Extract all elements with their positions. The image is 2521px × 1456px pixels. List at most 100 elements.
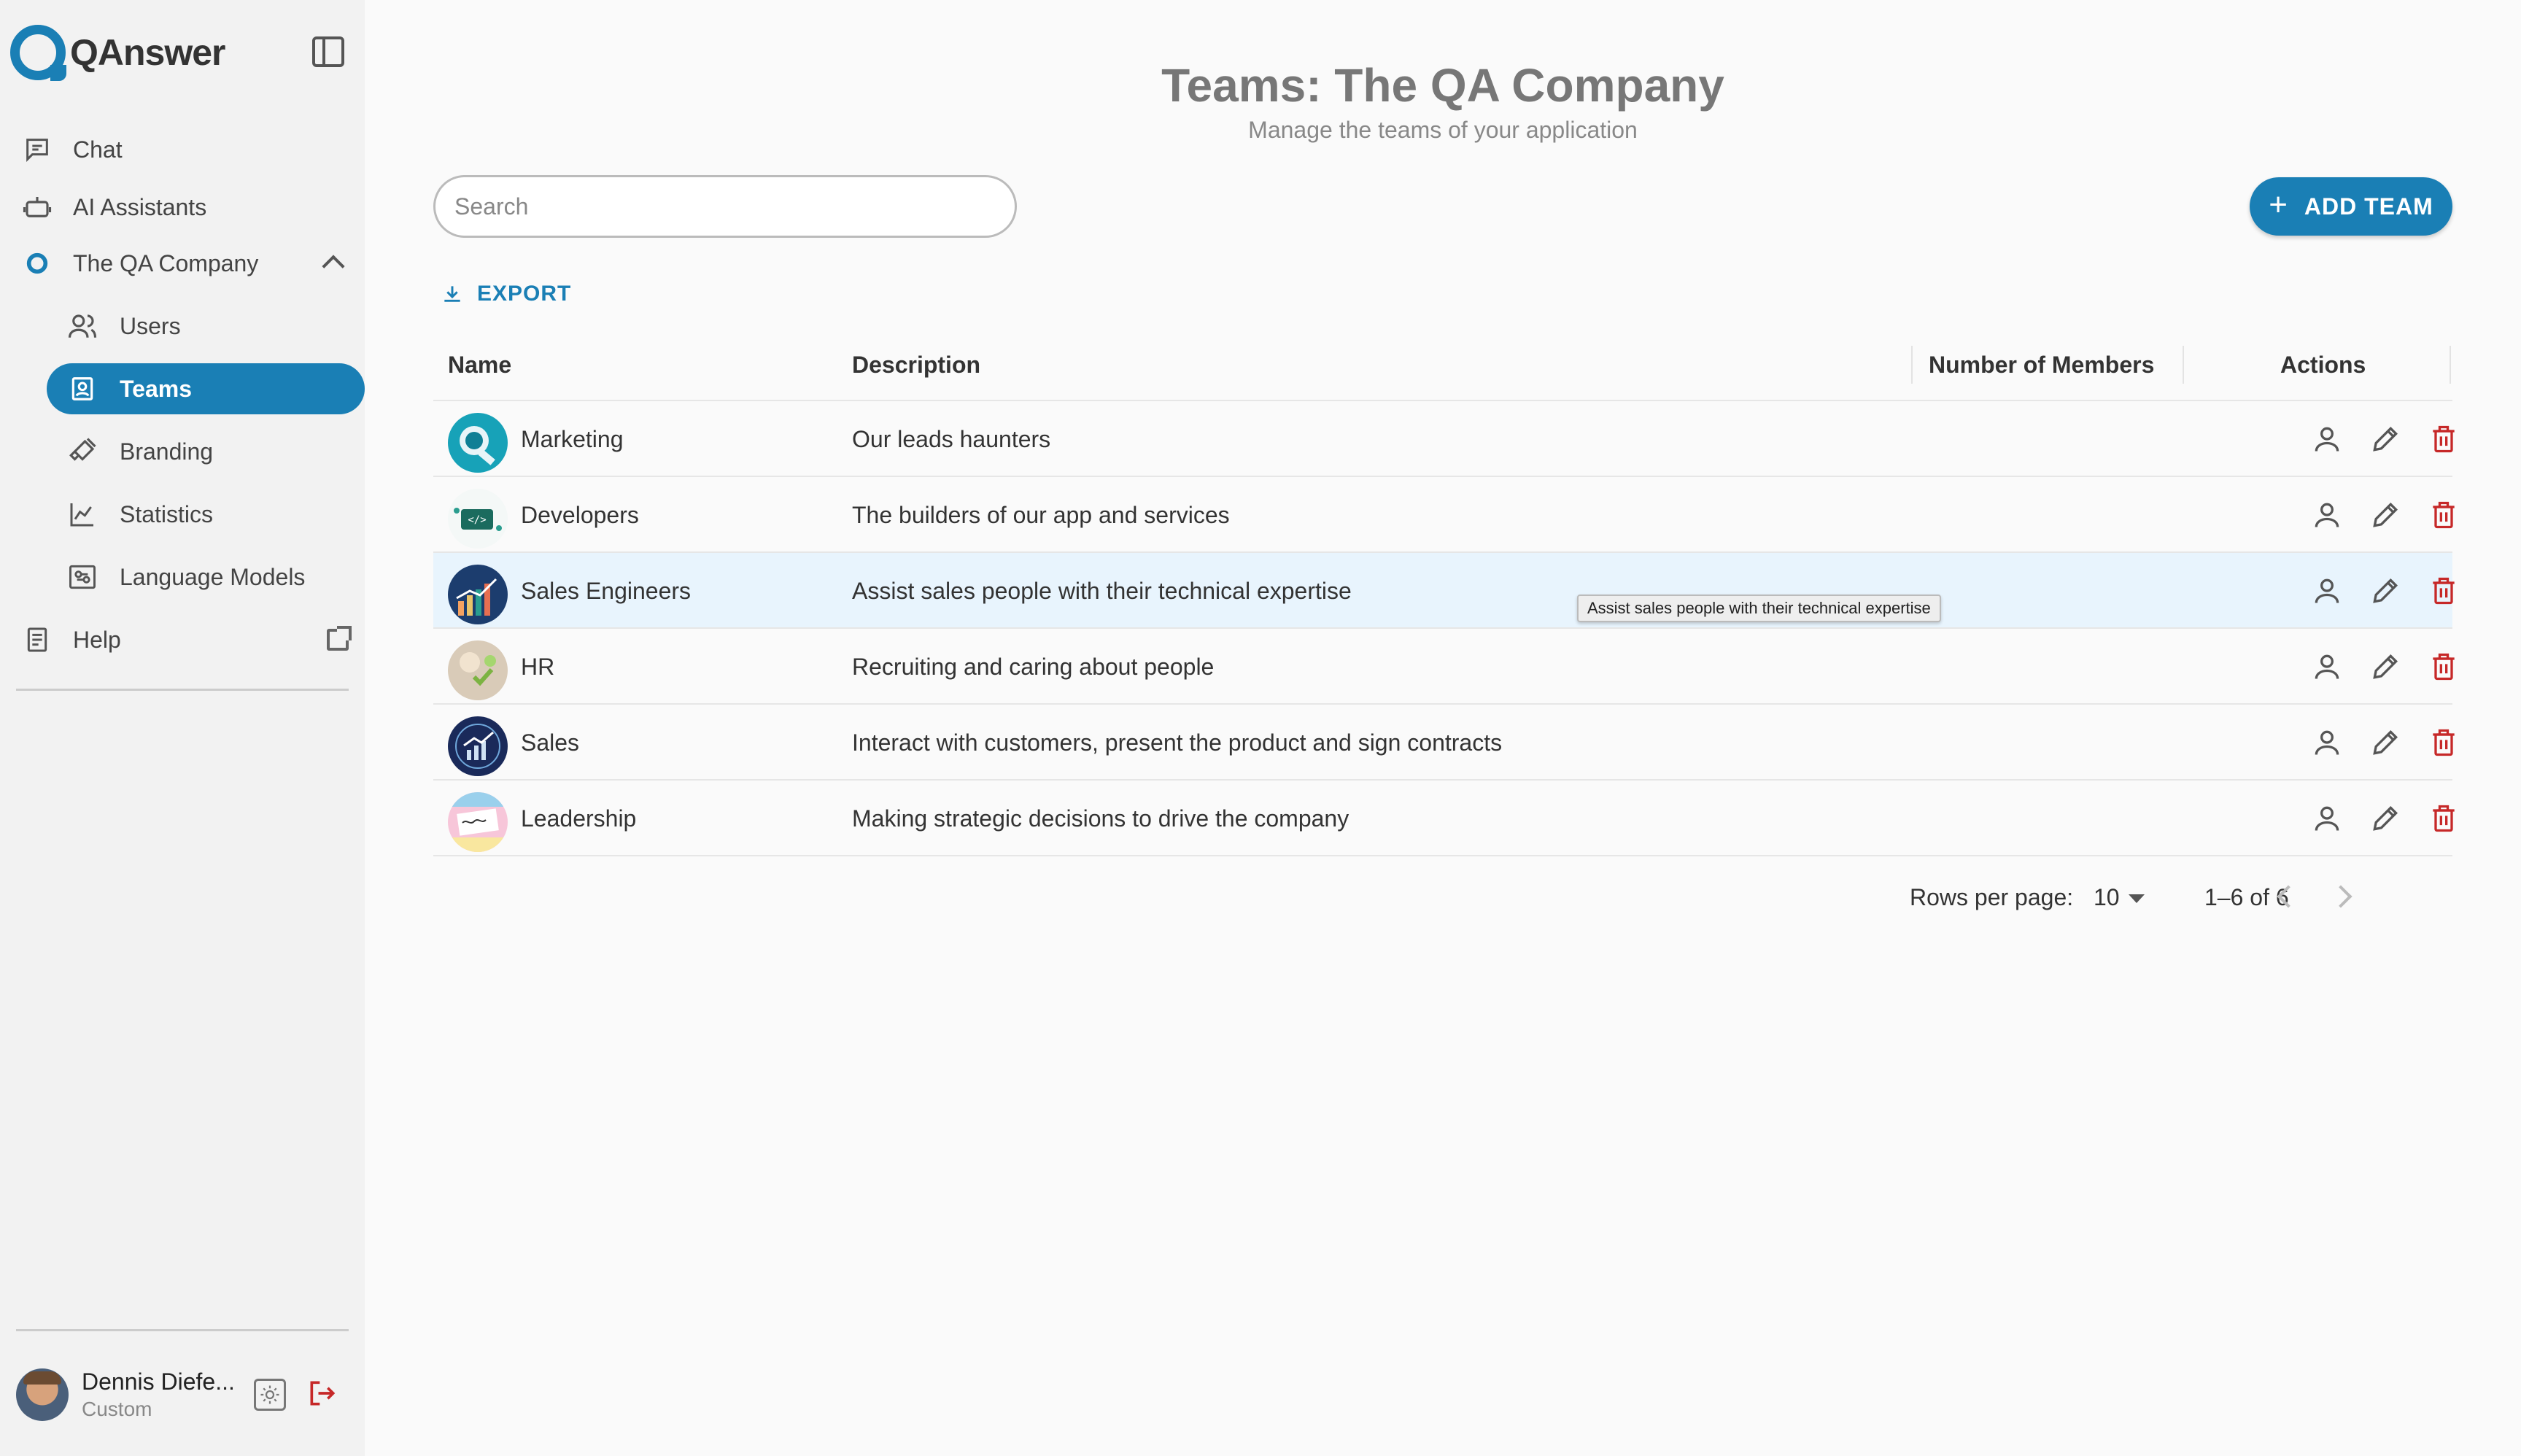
search-input[interactable] bbox=[433, 175, 1017, 238]
sidebar-item-help[interactable]: Help bbox=[0, 614, 365, 665]
team-avatar bbox=[448, 413, 508, 473]
chart-icon bbox=[64, 496, 101, 533]
sidebar-item-label: Branding bbox=[120, 438, 214, 465]
manage-members-icon[interactable] bbox=[2311, 727, 2343, 759]
add-team-label: ADD TEAM bbox=[2304, 193, 2433, 220]
plus-icon: + bbox=[2269, 187, 2288, 222]
team-description: Assist sales people with their technical… bbox=[852, 577, 1352, 604]
team-name: Sales bbox=[521, 729, 580, 756]
description-tooltip: Assist sales people with their technical… bbox=[1577, 595, 1941, 622]
sidebar-item-ai-assistants[interactable]: AI Assistants bbox=[0, 182, 365, 233]
chat-icon bbox=[19, 131, 55, 168]
sidebar-item-language-models[interactable]: Language Models bbox=[0, 551, 365, 603]
column-header-description[interactable]: Description bbox=[852, 328, 980, 401]
export-label: EXPORT bbox=[477, 282, 572, 306]
table-row[interactable]: Sales Interact with customers, present t… bbox=[433, 705, 2455, 781]
brand-name: QAnswer bbox=[70, 32, 226, 73]
team-avatar: </> bbox=[448, 489, 508, 549]
edit-icon[interactable] bbox=[2369, 575, 2401, 607]
user-name: Dennis Diefe... bbox=[82, 1368, 235, 1395]
sidebar-item-label: The QA Company bbox=[73, 249, 259, 276]
help-book-icon bbox=[19, 621, 55, 658]
next-page-icon[interactable] bbox=[2329, 885, 2352, 908]
rows-per-page-select[interactable]: 10 bbox=[2094, 884, 2120, 911]
sidebar-divider bbox=[16, 1329, 349, 1331]
delete-icon[interactable] bbox=[2428, 499, 2460, 531]
team-description: The builders of our app and services bbox=[852, 501, 1230, 528]
add-team-button[interactable]: + ADD TEAM bbox=[2250, 177, 2452, 236]
users-icon bbox=[64, 308, 101, 344]
sidebar-item-label: Teams bbox=[120, 375, 193, 402]
edit-icon[interactable] bbox=[2369, 727, 2401, 759]
edit-icon[interactable] bbox=[2369, 499, 2401, 531]
manage-members-icon[interactable] bbox=[2311, 802, 2343, 835]
manage-members-icon[interactable] bbox=[2311, 423, 2343, 455]
table-row[interactable]: Marketing Our leads haunters bbox=[433, 401, 2455, 477]
team-avatar bbox=[448, 792, 508, 852]
table-header: Name Description Number of Members Actio… bbox=[433, 328, 2452, 401]
sidebar-item-branding[interactable]: Branding bbox=[0, 426, 365, 477]
svg-text:</>: </> bbox=[468, 514, 486, 526]
page-subtitle: Manage the teams of your application bbox=[1248, 117, 1638, 143]
table-row[interactable]: </> Developers The builders of our app a… bbox=[433, 477, 2455, 553]
caret-down-icon[interactable] bbox=[2129, 894, 2145, 903]
page-title: Teams: The QA Company bbox=[1161, 59, 1724, 112]
sidebar-item-label: Language Models bbox=[120, 563, 306, 590]
model-icon bbox=[64, 559, 101, 595]
team-name: Developers bbox=[521, 501, 639, 528]
brand[interactable]: QAnswer bbox=[10, 23, 226, 82]
team-description: Our leads haunters bbox=[852, 425, 1051, 452]
manage-members-icon[interactable] bbox=[2311, 651, 2343, 683]
logout-icon[interactable] bbox=[306, 1377, 338, 1409]
delete-icon[interactable] bbox=[2428, 802, 2460, 835]
rows-per-page-label: Rows per page: bbox=[1910, 884, 2074, 910]
org-logo-icon bbox=[19, 245, 55, 282]
theme-settings-icon[interactable] bbox=[254, 1379, 286, 1411]
export-button[interactable]: EXPORT bbox=[441, 276, 571, 312]
sidebar-item-users[interactable]: Users bbox=[0, 301, 365, 352]
table-row[interactable]: HR Recruiting and caring about people bbox=[433, 629, 2455, 705]
delete-icon[interactable] bbox=[2428, 423, 2460, 455]
avatar[interactable] bbox=[16, 1368, 69, 1421]
edit-icon[interactable] bbox=[2369, 802, 2401, 835]
column-separator bbox=[2183, 346, 2184, 384]
delete-icon[interactable] bbox=[2428, 651, 2460, 683]
sidebar-item-label: Users bbox=[120, 312, 181, 339]
team-name: Leadership bbox=[521, 805, 637, 832]
sidebar-item-teams[interactable]: Teams bbox=[47, 363, 365, 414]
manage-members-icon[interactable] bbox=[2311, 499, 2343, 531]
sidebar-divider bbox=[16, 689, 349, 691]
column-header-name[interactable]: Name bbox=[448, 328, 511, 401]
team-description: Recruiting and caring about people bbox=[852, 653, 1215, 680]
column-header-members[interactable]: Number of Members bbox=[1929, 328, 2154, 401]
sidebar-toggle-icon[interactable] bbox=[312, 36, 344, 67]
team-name: Sales Engineers bbox=[521, 577, 692, 604]
edit-icon[interactable] bbox=[2369, 651, 2401, 683]
table-row[interactable]: Sales Engineers Assist sales people with… bbox=[433, 553, 2455, 629]
chevron-up-icon[interactable] bbox=[322, 255, 345, 278]
user-role: Custom bbox=[82, 1398, 152, 1420]
page-range: 1–6 of 6 bbox=[2204, 884, 2289, 910]
qanswer-logo-icon bbox=[10, 25, 66, 81]
team-description: Making strategic decisions to drive the … bbox=[852, 805, 1349, 832]
column-separator bbox=[1911, 346, 1913, 384]
sidebar-item-the-qa-company[interactable]: The QA Company bbox=[0, 238, 365, 289]
sidebar: QAnswer Chat AI Assistants The QA Compan… bbox=[0, 0, 365, 1456]
team-card-icon bbox=[64, 371, 101, 407]
team-avatar bbox=[448, 716, 508, 776]
delete-icon[interactable] bbox=[2428, 575, 2460, 607]
team-name: HR bbox=[521, 653, 555, 680]
column-separator bbox=[2450, 346, 2451, 384]
sidebar-item-label: AI Assistants bbox=[73, 193, 207, 220]
robot-icon bbox=[19, 189, 55, 225]
edit-icon[interactable] bbox=[2369, 423, 2401, 455]
delete-icon[interactable] bbox=[2428, 727, 2460, 759]
manage-members-icon[interactable] bbox=[2311, 575, 2343, 607]
team-avatar bbox=[448, 640, 508, 700]
column-header-actions: Actions bbox=[2280, 351, 2366, 378]
sidebar-item-chat[interactable]: Chat bbox=[0, 124, 365, 175]
sidebar-item-statistics[interactable]: Statistics bbox=[0, 489, 365, 540]
team-name: Marketing bbox=[521, 425, 624, 452]
table-row[interactable]: Leadership Making strategic decisions to… bbox=[433, 781, 2455, 856]
sidebar-item-label: Chat bbox=[73, 136, 123, 163]
